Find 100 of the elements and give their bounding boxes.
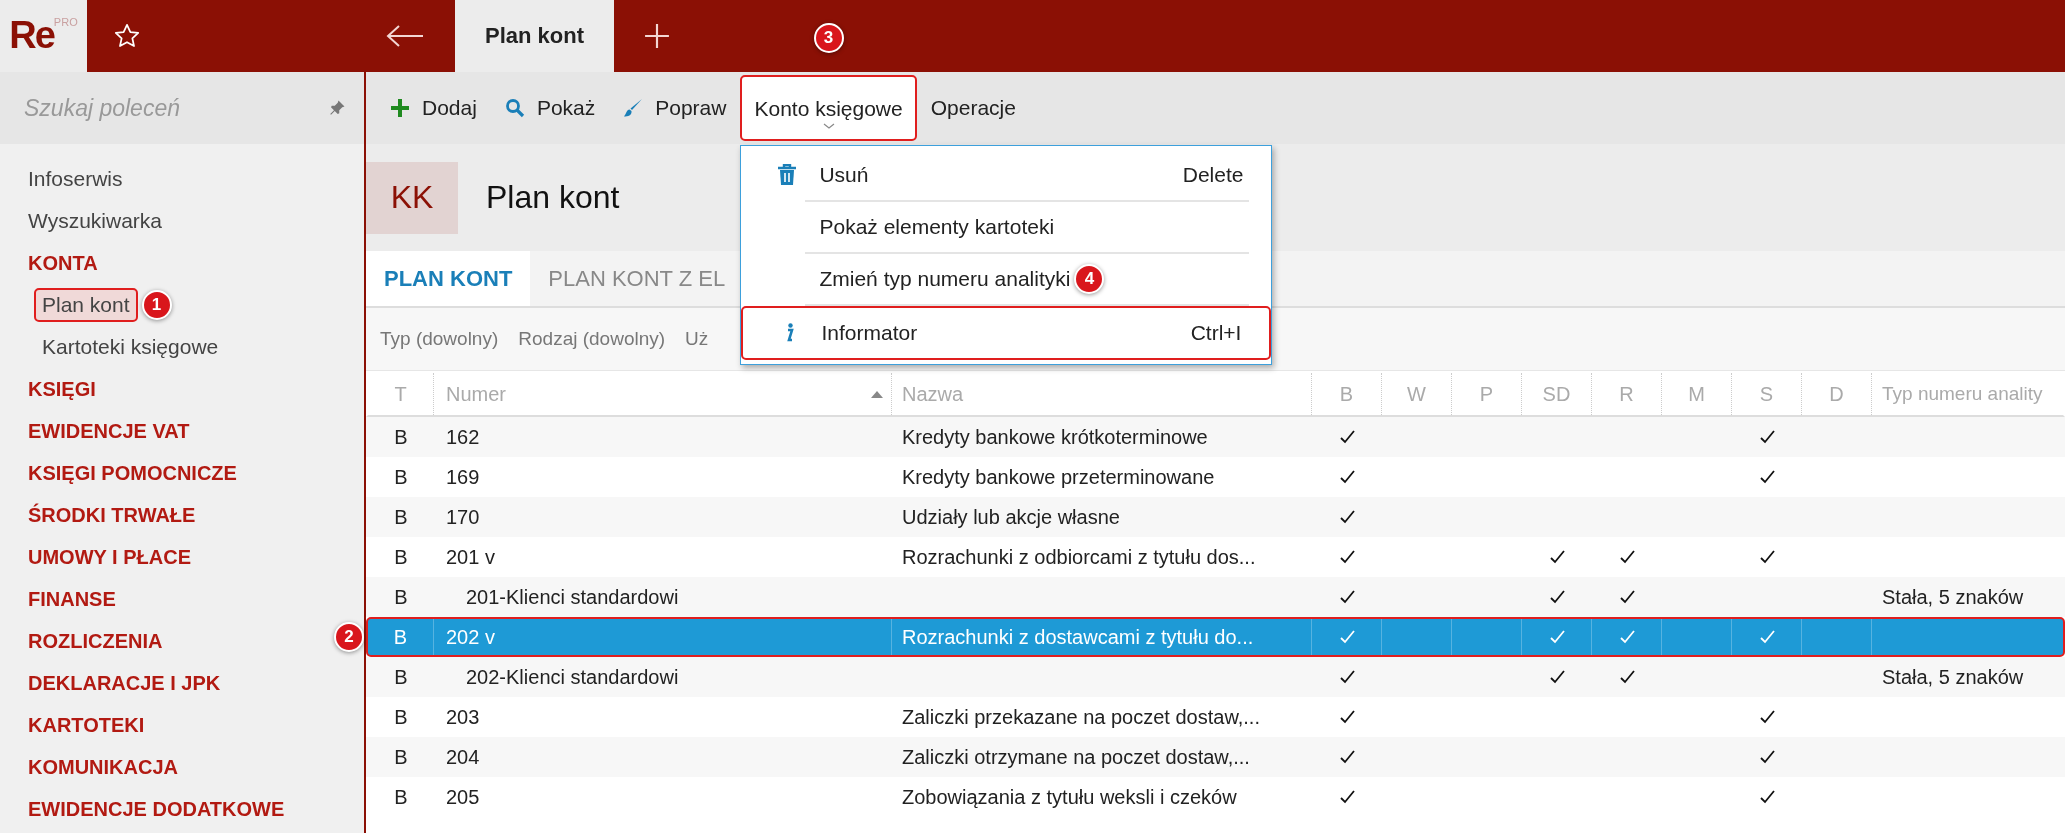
check-icon <box>1339 709 1355 725</box>
sidebar-item[interactable]: ŚRODKI TRWAŁE <box>20 498 204 532</box>
table-cell: Zaliczki przekazane na poczet dostaw,... <box>902 705 1260 729</box>
table-cell: B <box>394 585 408 609</box>
table-cell: Zobowiązania z tytułu weksli i czeków <box>902 785 1237 809</box>
check-icon <box>1549 549 1565 565</box>
table-cell: B <box>394 745 408 769</box>
table-cell: Rozrachunki z dostawcami z tytułu do... <box>902 625 1254 649</box>
table-cell: 170 <box>446 505 480 529</box>
table-cell: Rozrachunki z odbiorcami z tytułu dos... <box>902 545 1256 569</box>
table-cell: 201-Klienci standardowi <box>466 585 679 609</box>
caret-icon <box>822 123 835 129</box>
table-cell: B <box>393 625 408 649</box>
module-badge: KK <box>366 161 458 234</box>
sidebar-item[interactable]: KSIĘGI <box>20 372 104 406</box>
check-icon <box>1339 429 1355 445</box>
table-cell: Udziały lub akcje własne <box>902 505 1120 529</box>
sort-ascending-icon <box>871 390 883 398</box>
table-cell: B <box>394 785 408 809</box>
check-icon <box>1618 629 1635 645</box>
check-icon <box>1758 629 1775 645</box>
check-icon <box>1759 789 1775 805</box>
filter-button[interactable]: Typ (dowolny) <box>372 324 507 354</box>
check-icon <box>1339 469 1355 485</box>
sidebar-item[interactable]: KONTA <box>20 246 106 280</box>
document-tab[interactable]: Plan kont <box>455 0 614 72</box>
check-icon <box>1339 549 1355 565</box>
sidebar-item[interactable]: Kartoteki księgowe <box>34 330 227 364</box>
sidebar-item[interactable]: DEKLARACJE I JPK <box>20 666 229 700</box>
sidebar-item[interactable]: Infoserwis <box>20 162 131 196</box>
check-icon <box>1548 629 1565 645</box>
sidebar-item[interactable]: FINANSE <box>20 582 124 616</box>
page-title: Plan kont <box>486 179 620 216</box>
table-cell: 204 <box>446 745 480 769</box>
search-field[interactable]: Szukaj poleceń <box>22 93 328 123</box>
star-icon[interactable] <box>113 22 141 50</box>
sidebar-item[interactable]: ROZLICZENIA <box>20 624 171 658</box>
table-cell: 169 <box>446 465 480 489</box>
table-cell: 201 v <box>446 545 495 569</box>
step-number-badge: 4 <box>1074 264 1105 294</box>
check-icon <box>1619 589 1635 605</box>
toolbar-button[interactable]: Operacje <box>916 75 1030 141</box>
table-cell: Kredyty bankowe przeterminowane <box>902 465 1215 489</box>
table-cell: 202 v <box>446 625 495 649</box>
table-cell: 202-Klienci standardowi <box>466 665 679 689</box>
sidebar-item[interactable]: KSIĘGI POMOCNICZE <box>20 456 245 490</box>
check-icon <box>1759 749 1775 765</box>
info-icon <box>784 323 795 343</box>
view-tab[interactable]: PLAN KONT <box>366 251 531 306</box>
toolbar-button[interactable]: Popraw <box>609 75 741 141</box>
search-bar[interactable]: Szukaj poleceń <box>0 72 364 144</box>
table-cell: B <box>394 465 408 489</box>
trash-icon <box>777 164 798 186</box>
sidebar-item[interactable]: KOMUNIKACJA <box>20 750 186 784</box>
sidebar-item[interactable]: Wyszukiwarka <box>20 204 170 238</box>
check-icon <box>1619 669 1635 685</box>
table-cell: 162 <box>446 425 480 449</box>
check-icon <box>1339 669 1355 685</box>
check-icon <box>1759 469 1775 485</box>
filter-button[interactable]: Uż <box>677 324 717 354</box>
brush-icon <box>623 98 644 118</box>
check-icon <box>1549 589 1565 605</box>
plus-icon <box>390 98 410 118</box>
table-cell: Zaliczki otrzymane na poczet dostaw,... <box>902 745 1250 769</box>
pin-icon[interactable] <box>328 99 346 117</box>
table-cell: Stała, 5 znaków <box>1882 585 2024 609</box>
toolbar-button[interactable]: Pokaż <box>490 75 610 141</box>
step-number-badge: 1 <box>141 290 172 320</box>
table-cell: B <box>394 545 408 569</box>
table-cell: B <box>394 705 408 729</box>
menu-item[interactable]: Informator Ctrl+I <box>741 306 1272 360</box>
check-icon <box>1549 669 1565 685</box>
table-cell: B <box>394 505 408 529</box>
sidebar-item[interactable]: UMOWY I PŁACE <box>20 540 199 574</box>
view-tab[interactable]: PLAN KONT Z EL <box>530 251 744 306</box>
sidebar-item[interactable]: Plan kont <box>34 288 138 322</box>
table-cell: Kredyty bankowe krótkoterminowe <box>902 425 1208 449</box>
plus-icon[interactable] <box>644 23 670 49</box>
table-cell: Stała, 5 znaków <box>1882 665 2024 689</box>
menu-item[interactable]: Zmień typ numeru analityki 4 <box>741 254 1272 304</box>
toolbar-button[interactable]: Dodaj <box>376 75 491 141</box>
table-cell: 205 <box>446 785 480 809</box>
check-icon <box>1619 549 1635 565</box>
menu-item[interactable]: Pokaż elementy kartoteki <box>741 202 1272 252</box>
table-cell: B <box>394 665 408 689</box>
back-arrow-icon[interactable] <box>385 24 425 48</box>
check-icon <box>1339 509 1355 525</box>
sidebar-item[interactable]: EWIDENCJE DODATKOWE <box>20 792 293 826</box>
sidebar-item[interactable]: KARTOTEKI <box>20 708 153 742</box>
filter-button[interactable]: Rodzaj (dowolny) <box>510 324 674 354</box>
toolbar-button[interactable]: Konto księgowe <box>740 75 917 141</box>
check-icon <box>1339 589 1355 605</box>
check-icon <box>1759 429 1775 445</box>
check-icon <box>1759 549 1775 565</box>
search-icon <box>504 98 525 118</box>
table-cell: 203 <box>446 705 480 729</box>
table-cell: B <box>394 425 408 449</box>
check-icon <box>1339 789 1355 805</box>
menu-item[interactable]: Usuń Delete <box>741 150 1272 200</box>
sidebar-item[interactable]: EWIDENCJE VAT <box>20 414 198 448</box>
